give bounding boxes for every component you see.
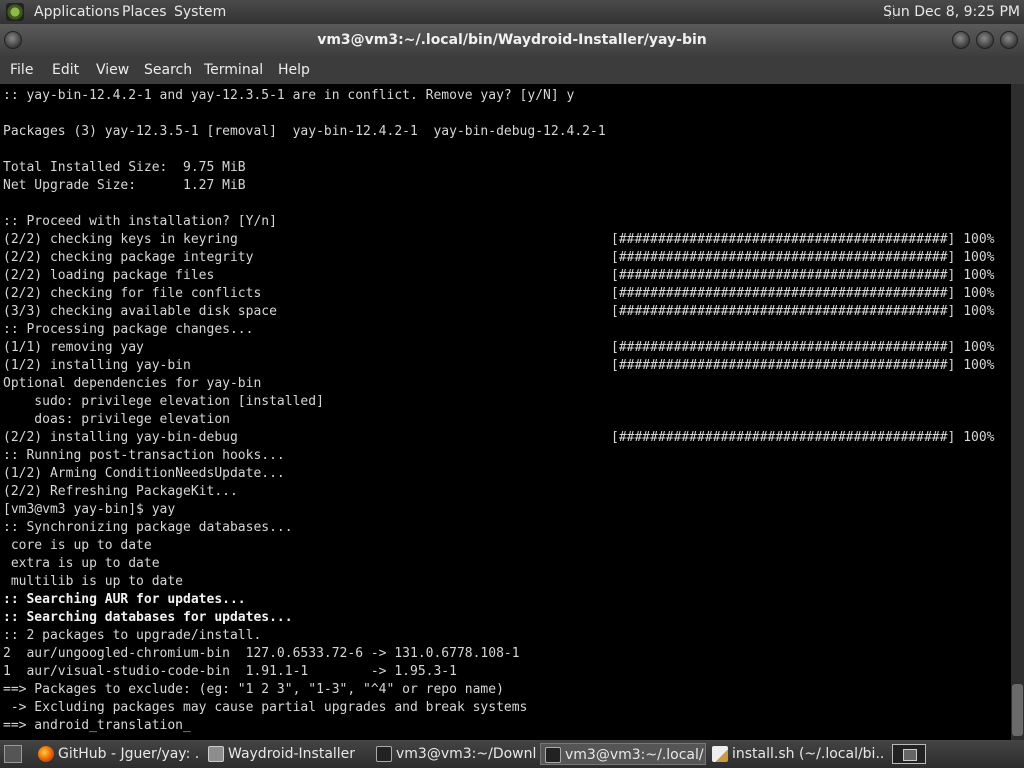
terminal-line: doas: privilege elevation [3,412,230,427]
terminal-line: Optional dependencies for yay-bin [3,376,262,391]
terminal-line: :: Searching databases for updates... [3,610,293,625]
menubar: File Edit View Search Terminal Help [0,56,1024,84]
terminal-line: :: yay-bin-12.4.2-1 and yay-12.3.5-1 are… [3,88,575,103]
terminal-line: (2/2) installing yay-bin-debug [3,430,238,445]
taskbar-item-label: vm3@vm3:~/Downl... [396,746,538,762]
terminal-line: core is up to date [3,538,152,553]
progress-bar-text: [#######################################… [611,304,995,319]
text-editor-icon [712,746,728,762]
taskbar-item-file-manager[interactable]: Waydroid-Installer [204,743,370,765]
terminal-line: :: 2 packages to upgrade/install. [3,628,262,643]
progress-bar-text: [#######################################… [611,340,995,355]
terminal-line: Net Upgrade Size: 1.27 MiB [3,178,246,193]
show-desktop-icon[interactable] [4,745,22,763]
terminal-line: (2/2) checking keys in keyring [3,232,238,247]
terminal-line: sudo: privilege elevation [installed] [3,394,324,409]
workspace-switcher[interactable] [892,744,926,764]
clock[interactable]: Sun Dec 8, 9:25 PM [883,4,1020,20]
firefox-icon [38,746,54,762]
terminal-line: (2/2) loading package files [3,268,215,283]
terminal-line: (2/2) checking for file conflicts [3,286,262,301]
terminal-line: (3/3) checking available disk space [3,304,277,319]
terminal-scrollbar[interactable] [1011,84,1024,740]
progress-bar-text: [#######################################… [611,358,995,373]
terminal-output[interactable]: :: yay-bin-12.4.2-1 and yay-12.3.5-1 are… [0,84,1011,740]
menu-view[interactable]: View [96,62,129,78]
maximize-button[interactable] [976,31,994,49]
terminal-line: Total Installed Size: 9.75 MiB [3,160,246,175]
taskbar-item-label: Waydroid-Installer [228,746,356,762]
terminal-line: :: Searching AUR for updates... [3,592,246,607]
terminal-line: (2/2) checking package integrity [3,250,254,265]
terminal-line: (1/2) installing yay-bin [3,358,191,373]
terminal-line: multilib is up to date [3,574,184,589]
applications-menu[interactable]: Applications [34,4,120,20]
progress-bar-text: [#######################################… [611,250,995,265]
terminal-line: extra is up to date [3,556,160,571]
progress-bar-text: [#######################################… [611,430,995,445]
menu-search[interactable]: Search [144,62,192,78]
menu-file[interactable]: File [10,62,33,78]
taskbar-item-label: install.sh (~/.local/bi... [732,746,884,762]
taskbar-item-terminal-downloads[interactable]: vm3@vm3:~/Downl... [372,743,538,765]
system-menu[interactable]: System [174,4,226,20]
progress-bar-text: [#######################################… [611,232,995,247]
terminal-line: (1/2) Arming ConditionNeedsUpdate... [3,466,285,481]
terminal-line: ==> android_translation_ [3,718,191,733]
terminal-line: (1/1) removing yay [3,340,144,355]
taskbar-item-firefox[interactable]: GitHub - Jguer/yay: ... [34,743,200,765]
bottom-panel: GitHub - Jguer/yay: ... Waydroid-Install… [0,740,1024,768]
taskbar-item-label: GitHub - Jguer/yay: ... [58,746,200,762]
folder-icon [208,746,224,762]
minimize-button[interactable] [952,31,970,49]
taskbar-item-terminal-active[interactable]: vm3@vm3:~/.local/... [540,743,706,765]
menu-help[interactable]: Help [278,62,310,78]
scrollbar-thumb[interactable] [1012,684,1023,736]
window-title: vm3@vm3:~/.local/bin/Waydroid-Installer/… [317,32,707,48]
progress-bar-text: [#######################################… [611,286,995,301]
taskbar-item-label: vm3@vm3:~/.local/... [565,747,706,763]
terminal-line: -> Excluding packages may cause partial … [3,700,528,715]
terminal-line: :: Proceed with installation? [Y/n] [3,214,277,229]
terminal-line: [vm3@vm3 yay-bin]$ yay [3,502,176,517]
places-menu[interactable]: Places [122,4,167,20]
terminal-line: :: Processing package changes... [3,322,254,337]
terminal-icon [376,746,392,762]
terminal-line: :: Running post-transaction hooks... [3,448,285,463]
distro-logo-icon[interactable] [6,3,24,21]
top-panel: Applications Places System Sun Dec 8, 9:… [0,0,1024,24]
progress-bar-text: [#######################################… [611,268,995,283]
terminal-line: 2 aur/ungoogled-chromium-bin 127.0.6533.… [3,646,520,661]
taskbar-item-text-editor[interactable]: install.sh (~/.local/bi... [708,743,884,765]
menu-terminal[interactable]: Terminal [204,62,263,78]
workspace-window-thumbnail [903,749,917,761]
menu-edit[interactable]: Edit [52,62,79,78]
terminal-icon [545,747,561,763]
terminal-line: :: Synchronizing package databases... [3,520,293,535]
terminal-line: 1 aur/visual-studio-code-bin 1.91.1-1 ->… [3,664,457,679]
close-button[interactable] [1000,31,1018,49]
terminal-line: ==> Packages to exclude: (eg: "1 2 3", "… [3,682,504,697]
terminal-line: (2/2) Refreshing PackageKit... [3,484,238,499]
terminal-line: Packages (3) yay-12.3.5-1 [removal] yay-… [3,124,606,139]
window-titlebar[interactable]: vm3@vm3:~/.local/bin/Waydroid-Installer/… [0,24,1024,56]
